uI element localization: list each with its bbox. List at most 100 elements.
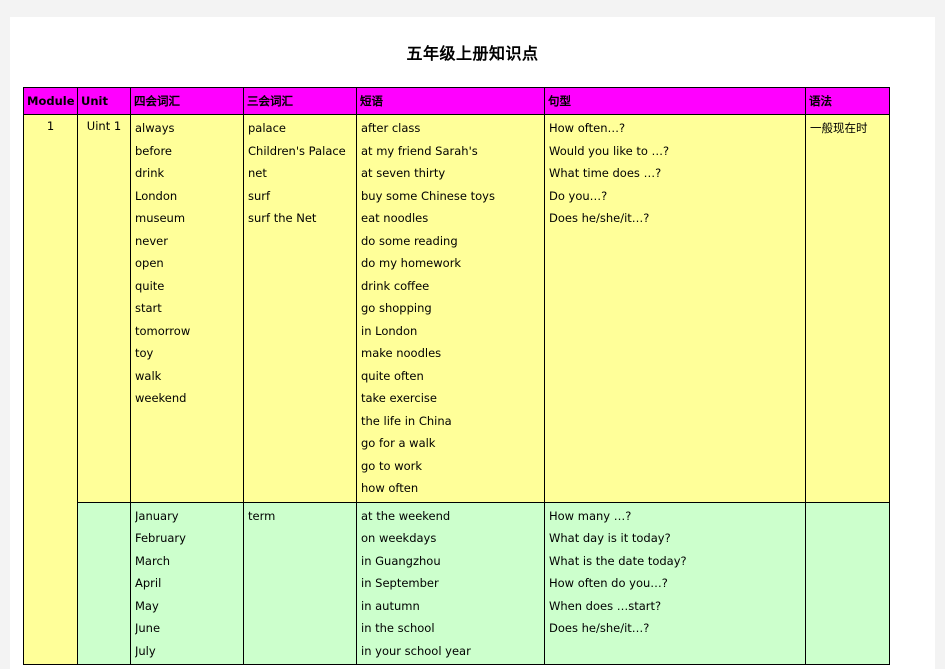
three-skills-cell: term	[243, 501, 357, 665]
list-item: What day is it today?	[549, 531, 671, 545]
list-item: go to work	[361, 458, 423, 473]
sentence-list: How often…? Would you like to …? What time…	[545, 115, 805, 232]
knowledge-table: Module Unit 四会词汇 三会词汇 短语 句型 语法 1 Uint 1 …	[23, 87, 890, 665]
list-item: Does he/she/it…?	[549, 621, 650, 635]
list-item: in Guangzhou	[361, 553, 441, 568]
sentences-cell: How many …? What day is it today? What is …	[544, 501, 806, 665]
list-item: January	[135, 508, 179, 523]
table-row: January February March April May June July ter…	[24, 501, 890, 665]
list-item: toy	[135, 346, 154, 360]
word-list: term	[244, 503, 356, 530]
list-item: surf the Net	[248, 211, 317, 225]
phrases-cell: after class at my friend Sarah's at seven …	[356, 114, 545, 503]
list-item: How many …?	[549, 508, 632, 523]
column-header-module: Module	[23, 87, 78, 115]
list-item: drink coffee	[361, 278, 430, 293]
column-header-grammar: 语法	[805, 87, 890, 115]
list-item: London	[135, 188, 178, 203]
list-item: on weekdays	[361, 531, 437, 545]
list-item: How often do you…?	[549, 576, 668, 590]
list-item: eat noodles	[361, 211, 429, 225]
list-item: at my friend Sarah's	[361, 143, 478, 158]
list-item: buy some Chinese toys	[361, 188, 495, 203]
three-skills-cell: palace Children's Palace net surf surf the N…	[243, 114, 357, 503]
list-item: Do you…?	[549, 188, 608, 203]
list-item: before	[135, 143, 173, 158]
list-item: 一般现在时	[810, 121, 868, 135]
list-item: take exercise	[361, 391, 437, 405]
list-item: March	[135, 553, 171, 568]
column-header-four-skills: 四会词汇	[130, 87, 244, 115]
list-item: surf	[248, 188, 271, 203]
list-item: open	[135, 256, 164, 270]
list-item: When does …start?	[549, 598, 662, 613]
list-item: at the weekend	[361, 508, 451, 523]
list-item: go for a walk	[361, 436, 436, 450]
list-item: net	[248, 166, 267, 180]
list-item: What is the date today?	[549, 553, 687, 568]
list-item: quite	[135, 278, 165, 293]
word-list: always before drink London museum never open qu…	[131, 115, 243, 412]
list-item: start	[135, 301, 162, 315]
table-header-row: Module Unit 四会词汇 三会词汇 短语 句型 语法	[23, 87, 890, 115]
list-item: weekend	[135, 391, 187, 405]
list-item: June	[135, 621, 161, 635]
knowledge-table-container: Module Unit 四会词汇 三会词汇 短语 句型 语法 1 Uint 1 …	[23, 87, 890, 665]
list-item: in autumn	[361, 598, 420, 613]
list-item: walk	[135, 368, 162, 383]
four-skills-cell: always before drink London museum never open qu…	[130, 114, 244, 503]
list-item: How often…?	[549, 121, 626, 135]
list-item: in London	[361, 323, 418, 338]
list-item: tomorrow	[135, 323, 191, 338]
unit-label-cell	[77, 501, 131, 665]
list-item: always	[135, 121, 175, 135]
list-item: go shopping	[361, 301, 432, 315]
four-skills-cell: January February March April May June July	[130, 501, 244, 665]
grammar-list: 一般现在时	[806, 115, 889, 142]
list-item: museum	[135, 211, 186, 225]
list-item: do some reading	[361, 233, 458, 248]
phrases-cell: at the weekend on weekdays in Guangzhou in …	[356, 501, 545, 665]
list-item: in your school year	[361, 643, 471, 658]
list-item: the life in China	[361, 413, 452, 428]
list-item: palace	[248, 121, 286, 135]
word-list: January February March April May June July	[131, 503, 243, 665]
list-item: What time does …?	[549, 166, 662, 180]
column-header-sentences: 句型	[544, 87, 806, 115]
list-item: February	[135, 531, 186, 545]
list-item: Does he/she/it…?	[549, 211, 650, 225]
list-item: never	[135, 233, 168, 248]
list-item: in the school	[361, 621, 435, 635]
list-item: quite often	[361, 368, 424, 383]
list-item: drink	[135, 166, 165, 180]
list-item: at seven thirty	[361, 166, 446, 180]
unit-label-cell: Uint 1	[77, 114, 131, 503]
word-list: palace Children's Palace net surf surf the N…	[244, 115, 356, 232]
grammar-cell: 一般现在时	[805, 114, 890, 503]
column-header-phrases: 短语	[356, 87, 545, 115]
phrase-list: after class at my friend Sarah's at seven …	[357, 115, 544, 502]
list-item: July	[135, 643, 156, 658]
list-item: Would you like to …?	[549, 143, 670, 158]
list-item: do my homework	[361, 256, 462, 270]
list-item: after class	[361, 121, 421, 135]
grammar-list	[806, 503, 889, 507]
table-body: 1 Uint 1 always before drink London museum ne…	[23, 114, 890, 665]
list-item: May	[135, 598, 159, 613]
list-item: Children's Palace	[248, 143, 346, 158]
column-header-unit: Unit	[77, 87, 131, 115]
sentence-list: How many …? What day is it today? What is …	[545, 503, 805, 642]
list-item: make noodles	[361, 346, 442, 360]
column-header-three-skills: 三会词汇	[243, 87, 357, 115]
list-item: how often	[361, 481, 419, 495]
list-item: in September	[361, 576, 439, 590]
page-title: 五年级上册知识点	[406, 46, 539, 63]
list-item: April	[135, 576, 162, 590]
phrase-list: at the weekend on weekdays in Guangzhou in …	[357, 503, 544, 665]
document-page: 五年级上册知识点 Module Unit 四会词汇 三会词汇 短语 句型 语法 …	[10, 17, 935, 669]
module-number-cell: 1	[23, 114, 78, 665]
table-row: 1 Uint 1 always before drink London museum ne…	[23, 114, 890, 665]
grammar-cell	[805, 501, 890, 665]
list-item: term	[248, 508, 276, 523]
sentences-cell: How often…? Would you like to …? What time…	[544, 114, 806, 503]
